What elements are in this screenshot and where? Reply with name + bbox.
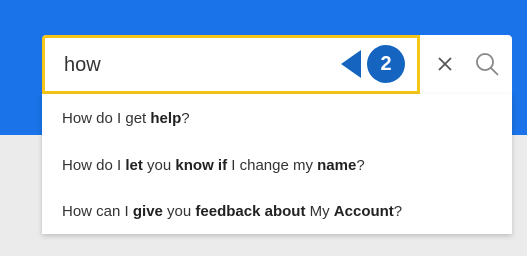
search-bar: 2	[42, 35, 512, 94]
suggestion-text: you	[162, 203, 196, 220]
search-button[interactable]	[470, 47, 504, 81]
suggestion-match-text: feedback about	[195, 203, 306, 220]
suggestion-match-text: let	[125, 157, 143, 174]
step-number: 2	[380, 53, 392, 75]
suggestion-text: How do I	[62, 157, 126, 174]
search-input[interactable]	[64, 50, 294, 80]
suggestion-text: I change my	[227, 157, 318, 174]
suggestion-match-text: help	[150, 110, 182, 127]
suggestions-dropdown: How do I get help? How do I let you know…	[42, 94, 512, 234]
suggestion-match-text: Account	[333, 203, 394, 220]
suggestion-text: ?	[393, 203, 403, 220]
suggestion-text: How do I get	[62, 110, 151, 127]
suggestion-text: you	[142, 157, 176, 174]
suggestion-text: ?	[356, 157, 365, 174]
clear-button[interactable]	[430, 49, 460, 79]
suggestion-item[interactable]: How can I give you feedback about My Acc…	[62, 198, 402, 226]
suggestion-text: My	[305, 203, 334, 220]
suggestion-item[interactable]: How do I let you know if I change my nam…	[62, 152, 365, 180]
step-callout: 2	[339, 41, 419, 87]
suggestion-match-text: know if	[175, 157, 228, 174]
suggestion-text: ?	[181, 110, 190, 127]
search-icon	[476, 53, 499, 76]
suggestion-match-text: give	[132, 203, 163, 220]
suggestion-text: How can I	[62, 203, 133, 220]
suggestion-match-text: name	[317, 157, 357, 174]
suggestion-item[interactable]: How do I get help?	[62, 105, 190, 133]
close-icon	[438, 57, 452, 71]
